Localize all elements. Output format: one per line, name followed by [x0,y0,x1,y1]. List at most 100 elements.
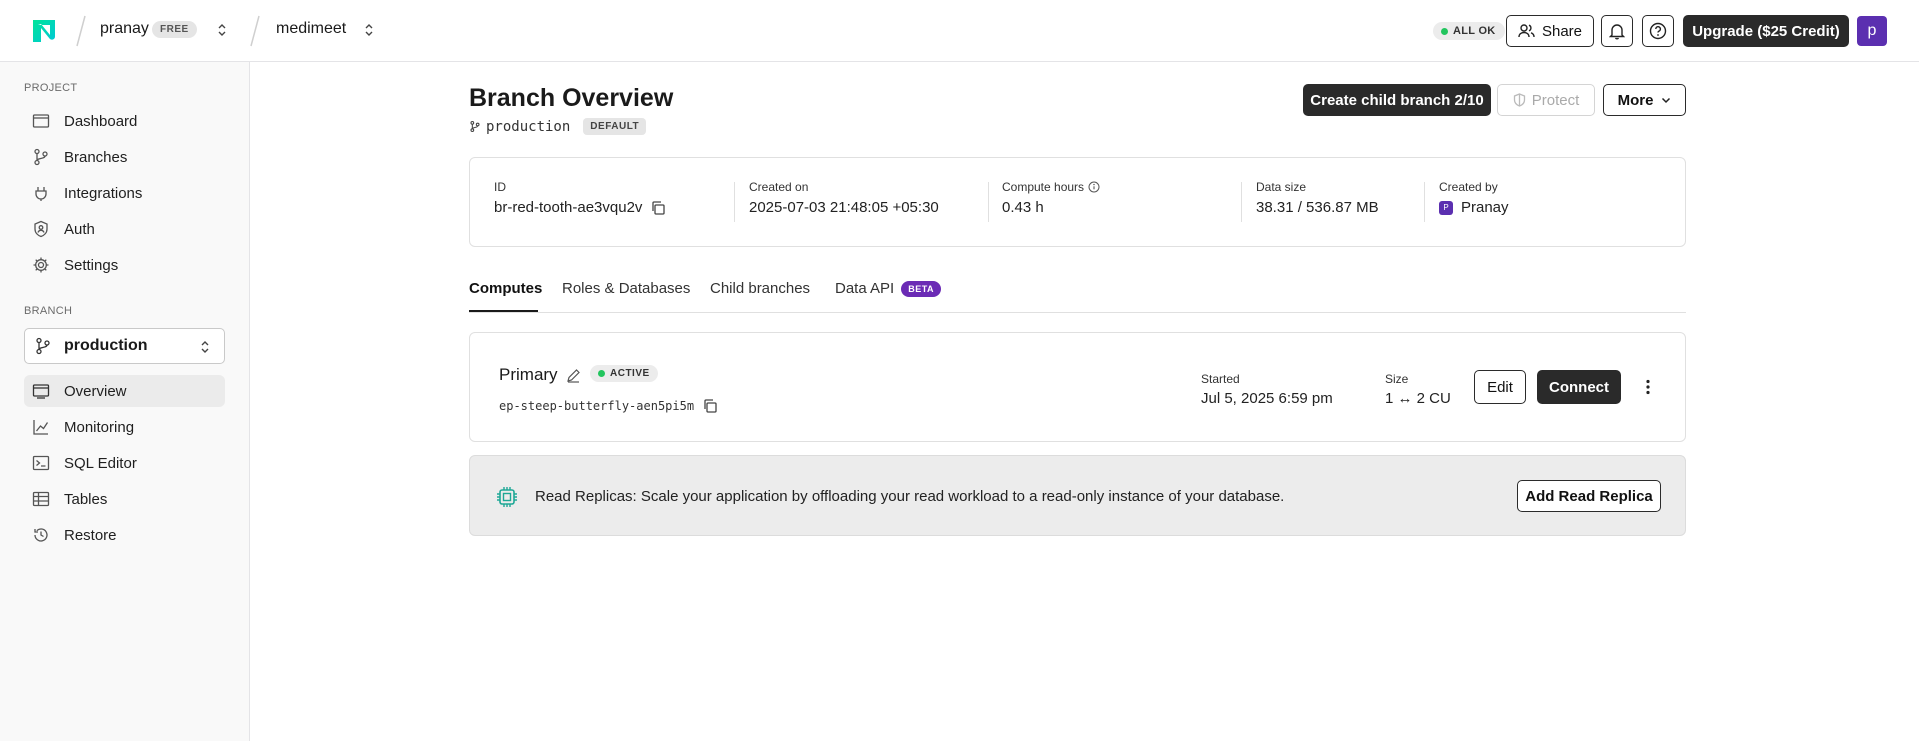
tab-roles-databases[interactable]: Roles & Databases [562,280,690,297]
tab-label: Child branches [710,280,811,297]
chip-icon [495,485,519,509]
create-child-branch-button[interactable]: Create child branch 2/10 [1303,84,1491,116]
table-icon [32,490,50,508]
active-tab-indicator [469,310,538,312]
divider [1241,182,1242,222]
branch-name: production [486,118,571,135]
divider [1424,182,1425,222]
branch-icon [469,120,481,133]
chevron-updown-icon[interactable] [215,21,229,39]
divider [734,182,735,222]
gear-icon [32,256,50,274]
dashboard-icon [32,112,50,130]
more-button-label: More [1617,91,1654,109]
sidebar-item-overview[interactable]: Overview [24,375,225,407]
tab-label: Computes [469,280,543,297]
sidebar-item-label: Overview [64,382,127,400]
chevron-updown-icon[interactable] [362,21,376,39]
info-created-on: Created on 2025-07-03 21:48:05 +05:30 [749,180,939,216]
sidebar-item-monitoring[interactable]: Monitoring [24,411,225,443]
tab-computes[interactable]: Computes [469,280,542,297]
size-value: 1 ↔ 2 CU [1385,390,1451,407]
endpoint-id: ep-steep-butterfly-aen5pi5m [499,399,695,413]
chevron-down-icon [1661,97,1671,104]
kebab-menu-icon[interactable] [1638,377,1658,397]
created-by-value: Pranay [1461,199,1509,216]
sidebar-item-label: Restore [64,526,117,544]
sidebar-item-label: Monitoring [64,418,135,436]
notifications-button[interactable] [1601,15,1633,47]
info-icon[interactable] [1088,181,1100,193]
share-button[interactable]: Share [1506,15,1594,47]
page-title: Branch Overview [469,84,674,112]
started-label: Started [1201,372,1240,386]
add-read-replica-button[interactable]: Add Read Replica [1517,480,1661,512]
breadcrumb-separator [248,14,260,48]
default-badge: DEFAULT [583,118,647,135]
sidebar-item-sql-editor[interactable]: SQL Editor [24,447,225,479]
copy-icon[interactable] [702,398,718,414]
top-bar: pranay FREE medimeet ALL OK Share Upgrad… [0,0,1919,62]
shield-icon [1513,93,1526,107]
sidebar-item-tables[interactable]: Tables [24,483,225,515]
edit-button[interactable]: Edit [1474,370,1526,404]
protect-button-label: Protect [1531,91,1580,109]
project-name[interactable]: medimeet [276,20,346,38]
sidebar-item-label: Tables [64,490,108,508]
sidebar-item-branches[interactable]: Branches [24,141,225,173]
data-size-value: 38.31 / 536.87 MB [1256,199,1379,216]
sidebar-item-auth[interactable]: Auth [24,213,225,245]
terminal-icon [32,454,50,472]
started-value: Jul 5, 2025 6:59 pm [1201,390,1333,407]
compute-card: Primary ACTIVE ep-steep-butterfly-aen5pi… [469,332,1686,442]
compute-hours-label: Compute hours [1002,180,1085,194]
project-section-label: PROJECT [24,82,78,94]
id-label: ID [494,180,506,194]
beta-badge: BETA [901,280,942,297]
branch-info-card: ID br-red-tooth-ae3vqu2v Created on 2025… [469,157,1686,247]
sidebar-item-settings[interactable]: Settings [24,249,225,281]
status-badge[interactable]: ALL OK [1433,22,1505,40]
branch-selector[interactable]: production [24,328,225,364]
sidebar-item-label: Settings [64,256,119,274]
avatar: P [1439,200,1453,215]
more-button[interactable]: More [1603,84,1686,116]
size-label: Size [1385,372,1409,386]
avatar[interactable]: p [1857,16,1887,46]
tab-child-branches[interactable]: Child branches [710,280,810,297]
tab-bar: Computes Roles & Databases Child branche… [469,276,1686,313]
neon-logo-icon[interactable] [30,17,58,45]
created-by-label: Created by [1439,180,1498,194]
sidebar-item-label: Branches [64,148,128,166]
tab-data-api[interactable]: Data API BETA [835,280,942,297]
pencil-icon[interactable] [566,368,581,383]
sidebar-item-label: Auth [64,220,95,238]
compute-hours-value: 0.43 h [1002,199,1044,216]
status-dot-icon [1441,27,1448,35]
status-dot-icon [598,370,605,377]
protect-button[interactable]: Protect [1497,84,1595,116]
sidebar-item-integrations[interactable]: Integrations [24,177,225,209]
help-button[interactable] [1642,15,1674,47]
sidebar-item-restore[interactable]: Restore [24,519,225,551]
info-data-size: Data size 38.31 / 536.87 MB [1256,180,1379,216]
id-value: br-red-tooth-ae3vqu2v [494,199,643,216]
compute-started: Started Jul 5, 2025 6:59 pm [1201,372,1333,407]
org-name[interactable]: pranay [100,20,149,38]
chevron-updown-icon [198,338,212,356]
sidebar-item-dashboard[interactable]: Dashboard [24,105,225,137]
divider [988,182,989,222]
bell-icon [1609,23,1625,40]
upgrade-button[interactable]: Upgrade ($25 Credit) [1683,15,1849,47]
copy-icon[interactable] [650,200,666,216]
integrations-icon [32,184,50,202]
shield-user-icon [32,220,50,238]
info-created-by: Created by P Pranay [1439,180,1509,216]
info-id: ID br-red-tooth-ae3vqu2v [494,180,666,216]
connect-button[interactable]: Connect [1537,370,1621,404]
branch-icon [34,337,52,355]
sidebar-item-label: Integrations [64,184,143,202]
plan-badge: FREE [152,21,197,38]
users-icon [1518,23,1535,39]
branch-subtitle: production DEFAULT [469,118,647,135]
